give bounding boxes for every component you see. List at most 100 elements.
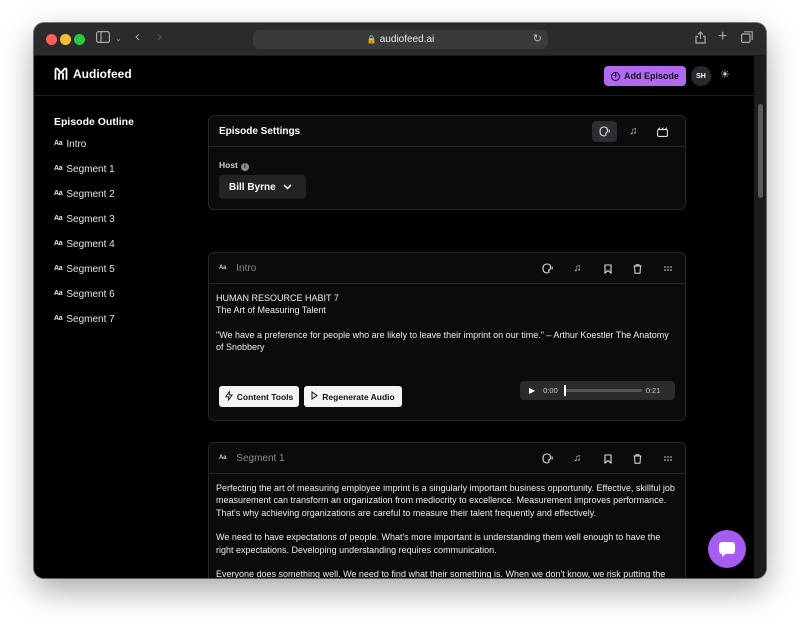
add-episode-button[interactable]: + Add Episode xyxy=(604,66,686,86)
drag-handle-icon[interactable] xyxy=(655,448,680,469)
text-type-icon: Aa xyxy=(54,215,63,222)
drag-handle-icon[interactable] xyxy=(655,258,680,279)
segment-1-script-text[interactable]: Perfecting the art of measuring employee… xyxy=(209,474,685,578)
bookmark-icon[interactable] xyxy=(595,258,620,279)
intro-script-text[interactable]: HUMAN RESOURCE HABIT 7 The Art of Measur… xyxy=(209,284,685,354)
segment-name[interactable]: Segment 1 xyxy=(236,453,284,464)
brand-name: Audiofeed xyxy=(73,67,132,81)
text-type-icon: Aa xyxy=(219,455,227,461)
sidebar-item-segment-1[interactable]: Aa Segment 1 xyxy=(54,164,204,189)
back-arrow-icon[interactable]: ‹ xyxy=(135,29,140,45)
content-tools-button[interactable]: Content Tools xyxy=(219,386,299,407)
forward-arrow-icon[interactable]: › xyxy=(157,29,162,45)
episode-settings-header: Episode Settings ♫ xyxy=(209,116,685,147)
music-note-icon[interactable]: ♫ xyxy=(565,448,590,469)
close-window-button[interactable] xyxy=(46,34,57,45)
host-select[interactable]: Bill Byrne xyxy=(219,175,306,199)
audio-duration: 0:21 xyxy=(645,386,661,395)
url-text: audiofeed.ai xyxy=(379,34,435,45)
sidebar-item-label: Segment 7 xyxy=(66,314,115,325)
sidebar-item-label: Segment 2 xyxy=(66,189,115,200)
script-paragraph: Everyone does something well. We need to… xyxy=(216,569,666,578)
text-type-icon: Aa xyxy=(54,290,63,297)
text-type-icon: Aa xyxy=(54,190,63,197)
audiofeed-logo-icon xyxy=(54,67,68,80)
browser-window: ⌄ ‹ › 🔒 audiofeed.ai ↻ + Audiofeed + Add… xyxy=(34,23,766,578)
intro-segment-card: Aa Intro ♫ HUMAN RESOURCE HABIT 7 The Ar… xyxy=(208,252,686,421)
chevron-down-icon xyxy=(283,182,292,192)
sidebar-item-segment-7[interactable]: Aa Segment 7 xyxy=(54,314,204,339)
music-note-icon[interactable]: ♫ xyxy=(621,121,646,142)
sidebar-item-segment-5[interactable]: Aa Segment 5 xyxy=(54,264,204,289)
host-select-value: Bill Byrne xyxy=(229,181,276,193)
sidebar-item-label: Segment 1 xyxy=(66,164,115,175)
user-avatar[interactable]: SH xyxy=(691,66,711,86)
minimize-window-button[interactable] xyxy=(60,34,71,45)
script-quote: "We have a preference for people who are… xyxy=(216,330,669,353)
script-paragraph: Perfecting the art of measuring employee… xyxy=(216,483,675,518)
clapperboard-icon[interactable] xyxy=(650,121,675,142)
reload-icon[interactable]: ↻ xyxy=(533,30,542,49)
sidebar-item-intro[interactable]: Aa Intro xyxy=(54,139,204,164)
info-icon[interactable]: i xyxy=(240,163,249,171)
script-line: The Art of Measuring Talent xyxy=(216,305,326,316)
regenerate-audio-button[interactable]: Regenerate Audio xyxy=(304,386,402,407)
app-content: Audiofeed + Add Episode SH ☀ Episode Out… xyxy=(34,56,766,578)
lightning-icon xyxy=(224,389,233,403)
regenerate-audio-label: Regenerate Audio xyxy=(322,391,395,402)
segment-name[interactable]: Intro xyxy=(236,263,256,274)
audio-player: ▶ 0:00 0:21 xyxy=(520,381,675,400)
add-episode-label: Add Episode xyxy=(623,71,679,81)
script-paragraph: We need to have expectations of people. … xyxy=(216,532,661,555)
content-tools-label: Content Tools xyxy=(236,391,294,402)
episode-settings-card: Episode Settings ♫ Host i Bill Byrne xyxy=(208,115,686,210)
script-line: HUMAN RESOURCE HABIT 7 xyxy=(216,293,339,303)
zoom-window-button[interactable] xyxy=(74,34,85,45)
music-note-icon[interactable]: ♫ xyxy=(565,258,590,279)
brand-logo[interactable]: Audiofeed xyxy=(54,67,132,81)
voice-icon[interactable] xyxy=(535,258,560,279)
sidebar-item-label: Segment 4 xyxy=(66,239,115,250)
address-bar[interactable]: 🔒 audiofeed.ai ↻ xyxy=(253,30,548,49)
text-type-icon: Aa xyxy=(54,265,63,272)
trash-icon[interactable] xyxy=(625,258,650,279)
sidebar-item-label: Segment 3 xyxy=(66,214,115,225)
tab-overview-icon[interactable] xyxy=(741,31,753,47)
text-type-icon: Aa xyxy=(54,140,63,147)
lock-icon: 🔒 xyxy=(366,35,377,44)
app-header: Audiofeed + Add Episode SH ☀ xyxy=(34,56,754,96)
segment-1-header: Aa Segment 1 ♫ xyxy=(209,443,685,474)
sidebar-item-label: Segment 5 xyxy=(66,264,115,275)
segment-actions: ♫ xyxy=(535,258,680,279)
chat-bubble-icon xyxy=(719,541,735,557)
sidebar-item-segment-2[interactable]: Aa Segment 2 xyxy=(54,189,204,214)
sidebar-item-segment-6[interactable]: Aa Segment 6 xyxy=(54,289,204,314)
segment-1-card: Aa Segment 1 ♫ Perfecting the art of mea… xyxy=(208,442,686,578)
audio-progress-knob[interactable] xyxy=(563,385,566,396)
sun-icon[interactable]: ☀ xyxy=(720,68,730,81)
browser-toolbar: ⌄ ‹ › 🔒 audiofeed.ai ↻ + xyxy=(34,23,766,56)
chevron-down-icon[interactable]: ⌄ xyxy=(115,31,122,47)
text-type-icon: Aa xyxy=(219,265,227,271)
new-tab-icon[interactable]: + xyxy=(718,29,727,45)
chat-button[interactable] xyxy=(708,530,746,568)
episode-outline-sidebar: Episode Outline Aa Intro Aa Segment 1 Aa Se… xyxy=(54,116,204,339)
play-icon[interactable]: ▶ xyxy=(529,386,535,395)
voice-icon[interactable] xyxy=(535,448,560,469)
share-icon[interactable] xyxy=(695,31,706,48)
audio-progress-bar[interactable] xyxy=(563,385,642,396)
sidebar-toggle-icon[interactable] xyxy=(96,31,111,47)
bookmark-icon[interactable] xyxy=(595,448,620,469)
segment-actions: ♫ xyxy=(535,448,680,469)
sidebar-item-label: Intro xyxy=(66,139,87,150)
sidebar-item-segment-4[interactable]: Aa Segment 4 xyxy=(54,239,204,264)
text-type-icon: Aa xyxy=(54,315,63,322)
scrollbar-thumb[interactable] xyxy=(758,104,763,198)
plus-circle-icon: + xyxy=(610,71,620,81)
sidebar-item-segment-3[interactable]: Aa Segment 3 xyxy=(54,214,204,239)
trash-icon[interactable] xyxy=(625,448,650,469)
sidebar-item-label: Segment 6 xyxy=(66,289,115,300)
play-outline-icon xyxy=(311,391,319,402)
voice-icon[interactable] xyxy=(592,121,617,142)
intro-segment-header: Aa Intro ♫ xyxy=(209,253,685,284)
